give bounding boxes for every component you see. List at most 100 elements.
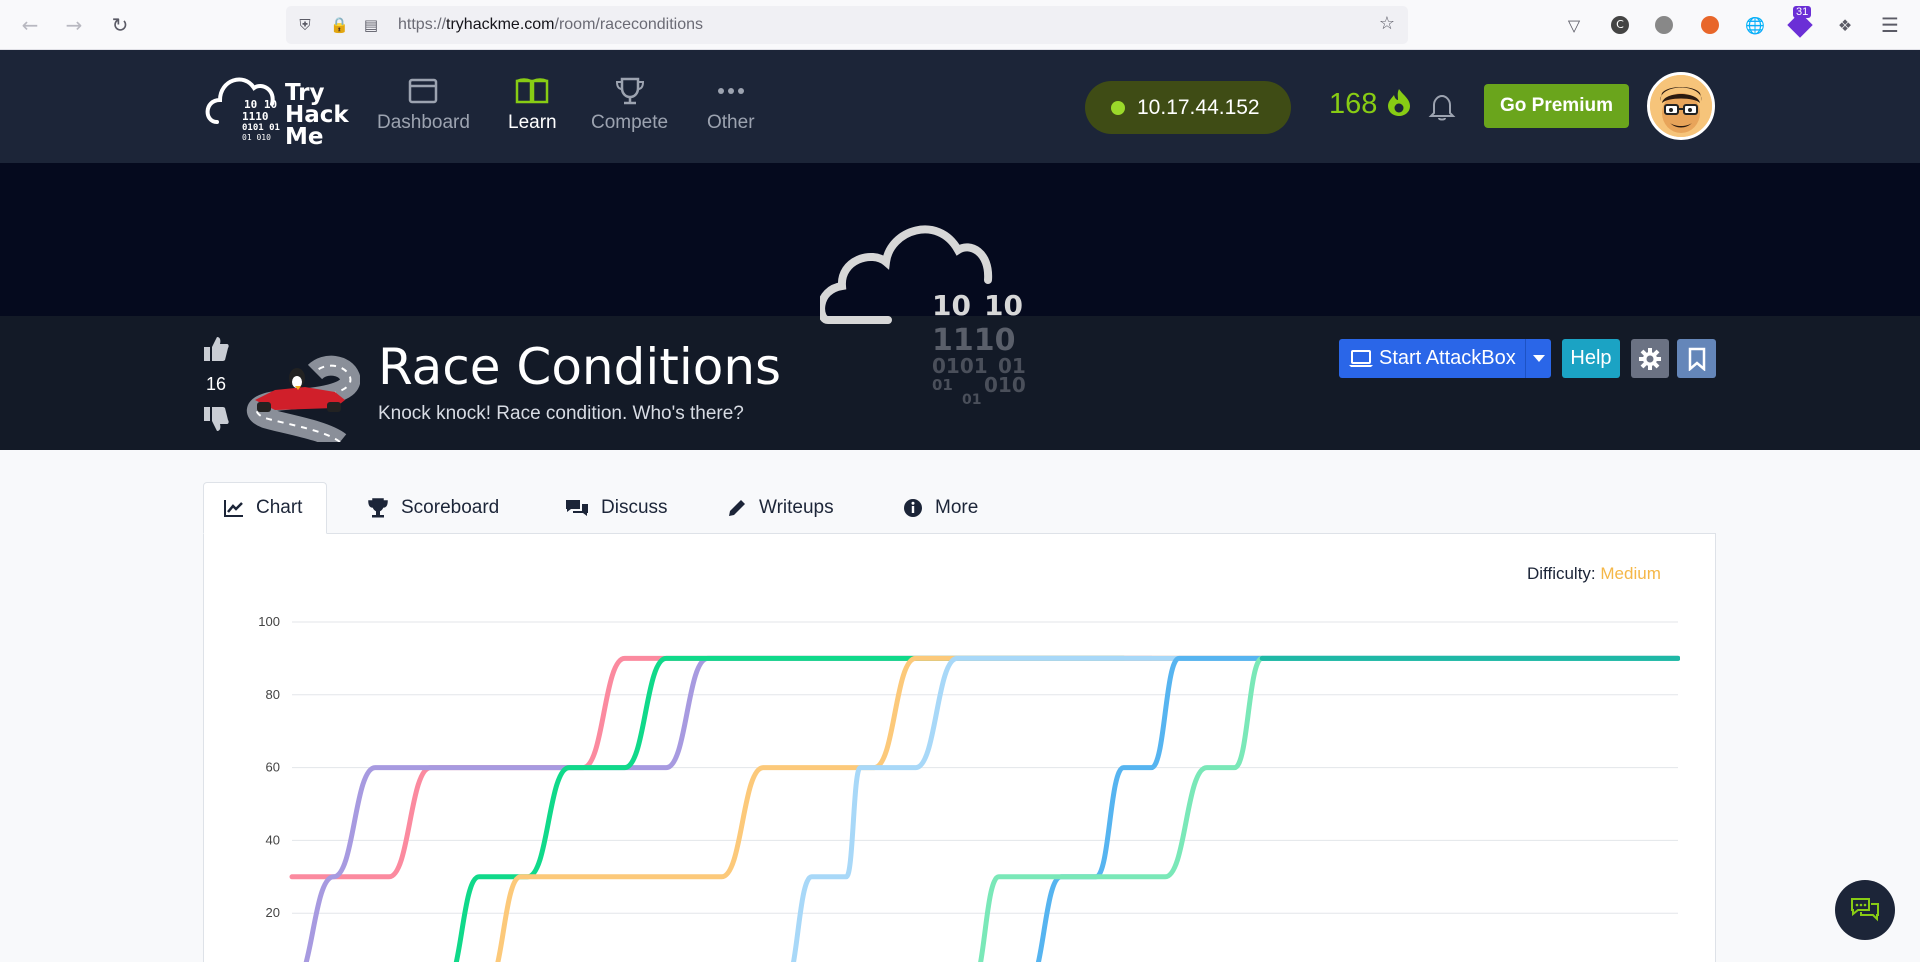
bookmark-icon (1688, 347, 1705, 371)
laptop-icon (1349, 349, 1373, 367)
nav-other[interactable]: Other (707, 76, 755, 134)
settings-button[interactable] (1631, 339, 1669, 378)
star-icon[interactable]: ☆ (1378, 15, 1396, 33)
logo-text-me: Me (285, 124, 324, 150)
difficulty-label: Difficulty: (1527, 564, 1596, 583)
thumbs-up-icon[interactable] (202, 335, 230, 363)
difficulty-value: Medium (1600, 564, 1661, 583)
logo-text-try: Try (285, 80, 325, 106)
nav-compete-label: Compete (591, 112, 669, 133)
trophy-icon (615, 77, 644, 105)
extensions-icon[interactable]: ❖ (1833, 13, 1857, 37)
chart-series-line-7 (978, 655, 1680, 962)
svg-text:1110: 1110 (242, 110, 269, 123)
tab-writeups[interactable]: Writeups (727, 482, 834, 534)
chevron-down-icon (1532, 354, 1545, 362)
tab-writeups-label: Writeups (759, 497, 834, 518)
flame-icon (1388, 89, 1411, 116)
address-bar[interactable]: ⛨ 🔒 ▤ https://tryhackme.com/room/racecon… (286, 6, 1408, 44)
chart-ytick-label: 20 (266, 905, 280, 920)
start-attackbox-label: Start AttackBox (1379, 347, 1516, 369)
bell-icon[interactable] (1428, 92, 1456, 122)
nav-learn[interactable]: Learn (508, 76, 557, 134)
streak-counter[interactable]: 168 (1329, 87, 1413, 121)
book-icon (516, 78, 549, 104)
machine-ip-badge[interactable]: 10.17.44.152 (1085, 81, 1291, 134)
url-text[interactable]: https://tryhackme.com/room/racecondition… (398, 16, 703, 34)
cloud-binary-6: 01 (932, 376, 953, 394)
tab-discuss[interactable]: Discuss (565, 482, 668, 534)
menu-icon[interactable]: ☰ (1878, 13, 1902, 37)
nav-learn-label: Learn (508, 112, 557, 133)
url-path: /room/raceconditions (554, 16, 704, 33)
vote-count: 16 (205, 374, 227, 394)
chart-series-line-4 (495, 655, 1265, 962)
extension-c-icon[interactable]: C (1608, 13, 1632, 37)
tab-scoreboard-label: Scoreboard (401, 497, 500, 518)
shield-icon[interactable]: ⛨ (296, 16, 314, 34)
chat-button[interactable] (1835, 880, 1895, 940)
extension-block-icon[interactable] (1698, 13, 1722, 37)
tab-discuss-label: Discuss (601, 497, 668, 518)
chart-ytick-label: 40 (266, 832, 280, 847)
back-icon[interactable]: ← (16, 11, 44, 39)
status-dot-icon (1111, 100, 1125, 115)
room-image (246, 355, 360, 442)
progress-chart: 20 40 60 80 100 (258, 614, 1680, 962)
cloud-binary-3: 1110 (932, 323, 1016, 358)
forward-icon[interactable]: → (60, 11, 88, 39)
chart-ytick-label: 80 (266, 687, 280, 702)
cloud-binary-1: 10 (932, 289, 971, 322)
comments-icon (566, 500, 588, 516)
trophy-icon (368, 498, 388, 518)
banner-cloud-icon: 10 10 1110 0101 01 01 010 01 (820, 225, 1026, 408)
chat-icon (1851, 898, 1879, 922)
start-attackbox-button[interactable]: Start AttackBox (1339, 339, 1551, 378)
tab-scoreboard[interactable]: Scoreboard (367, 482, 499, 534)
chart-series-line-3 (453, 655, 1127, 962)
extension-drop-icon[interactable] (1652, 13, 1676, 37)
pocket-icon[interactable]: ▽ (1562, 13, 1586, 37)
help-button[interactable]: Help (1562, 339, 1620, 378)
chart-ytick-label: 100 (258, 614, 280, 629)
tab-chart-label: Chart (256, 497, 303, 518)
nav-dashboard-label: Dashboard (377, 112, 470, 133)
svg-text:01 010: 01 010 (242, 133, 271, 142)
tab-more-label: More (935, 497, 979, 518)
chart-series-line-6 (1035, 655, 1680, 962)
browser-toolbar: ← → ↻ ⛨ 🔒 ▤ https://tryhackme.com/room/r… (0, 0, 1920, 50)
pencil-icon (729, 500, 745, 516)
bookmark-button[interactable] (1677, 339, 1716, 378)
logo-text-hack: Hack (285, 102, 349, 128)
cloud-binary-7: 010 (984, 373, 1026, 397)
avatar-face-icon (1650, 75, 1712, 137)
room-title: Race Conditions (378, 338, 782, 396)
nav-compete[interactable]: Compete (591, 76, 668, 134)
start-attackbox-main[interactable]: Start AttackBox (1339, 339, 1525, 378)
cloud-binary-2: 10 (984, 289, 1023, 322)
page-info-icon[interactable]: ▤ (362, 16, 380, 34)
extension-badge: 31 (1793, 6, 1812, 18)
lock-icon[interactable]: 🔒 (330, 16, 349, 34)
chart-series-line-2 (303, 655, 1154, 962)
avatar[interactable] (1647, 72, 1715, 140)
nav-other-label: Other (707, 112, 755, 133)
line-chart-icon (224, 500, 243, 517)
thumbs-down-icon[interactable] (202, 405, 230, 433)
streak-count: 168 (1329, 88, 1378, 120)
svg-text:0101 01: 0101 01 (242, 123, 280, 133)
logo-text[interactable]: Try Hack Me (285, 80, 349, 150)
go-premium-button[interactable]: Go Premium (1484, 84, 1629, 128)
chart-ytick-label: 60 (266, 760, 280, 775)
tab-chart[interactable]: Chart (203, 482, 327, 534)
dashboard-icon (409, 78, 438, 104)
reload-icon[interactable]: ↻ (106, 11, 134, 39)
tab-more[interactable]: More (903, 482, 978, 534)
nav-dashboard[interactable]: Dashboard (377, 76, 470, 134)
attackbox-dropdown-toggle[interactable] (1525, 339, 1551, 378)
gear-icon (1639, 347, 1661, 370)
globe-icon[interactable]: 🌐 (1743, 13, 1767, 37)
url-prefix: https:// (398, 16, 447, 33)
cloud-binary-4: 0101 (932, 354, 988, 378)
difficulty-indicator: Difficulty: Medium (1527, 564, 1661, 584)
